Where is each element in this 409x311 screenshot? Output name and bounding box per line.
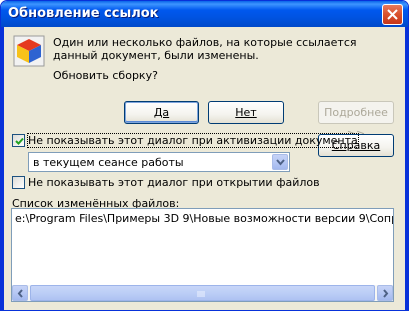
dont-show-on-activate-label[interactable]: Не показывать этот диалог при активизаци… xyxy=(27,133,359,148)
message-line-2: данный документ, были изменены. xyxy=(53,49,259,62)
dont-show-on-open-checkbox[interactable] xyxy=(12,176,25,189)
no-button-label: Нет xyxy=(235,106,257,119)
yes-button-label: Да xyxy=(153,106,170,119)
scope-select-value: в текущем сеансе работы xyxy=(33,156,184,169)
scrollbar-thumb[interactable] xyxy=(30,285,375,301)
window-border-left xyxy=(1,27,4,310)
arrow-right-icon xyxy=(383,289,389,298)
grip-icon xyxy=(197,291,205,297)
close-icon xyxy=(387,9,398,20)
more-button[interactable]: Подробнее >> xyxy=(318,101,394,140)
message-text: Один или несколько файлов, на которые сс… xyxy=(53,36,373,62)
arrow-left-icon xyxy=(17,289,23,298)
window-title: Обновление ссылок xyxy=(8,6,159,21)
title-bar[interactable]: Обновление ссылок xyxy=(1,1,408,27)
horizontal-scrollbar[interactable] xyxy=(12,285,393,301)
dont-show-on-activate-checkbox[interactable] xyxy=(12,134,25,147)
checkmark-icon xyxy=(15,137,24,145)
scope-select[interactable]: в текущем сеансе работы xyxy=(28,152,290,172)
list-item[interactable]: e:\Program Files\Примеры 3D 9\Новые возм… xyxy=(15,212,393,225)
message-line-1: Один или несколько файлов, на которые сс… xyxy=(53,36,357,49)
kompas-app-icon xyxy=(13,35,45,67)
update-links-dialog: Обновление ссылок Один или несколько фай… xyxy=(0,0,409,311)
close-button[interactable] xyxy=(382,4,403,25)
changed-files-list[interactable]: e:\Program Files\Примеры 3D 9\Новые возм… xyxy=(11,208,394,302)
window-border-right xyxy=(405,27,408,310)
scroll-right-button[interactable] xyxy=(377,285,393,301)
chevron-down-icon xyxy=(276,159,285,166)
scroll-left-button[interactable] xyxy=(12,285,28,301)
scope-select-dropdown-button[interactable] xyxy=(272,154,288,170)
no-button[interactable]: Нет xyxy=(208,101,284,124)
yes-button[interactable]: Да xyxy=(124,101,199,124)
question-text: Обновить сборку? xyxy=(53,69,158,82)
dont-show-on-open-label[interactable]: Не показывать этот диалог при открытии ф… xyxy=(28,176,320,189)
